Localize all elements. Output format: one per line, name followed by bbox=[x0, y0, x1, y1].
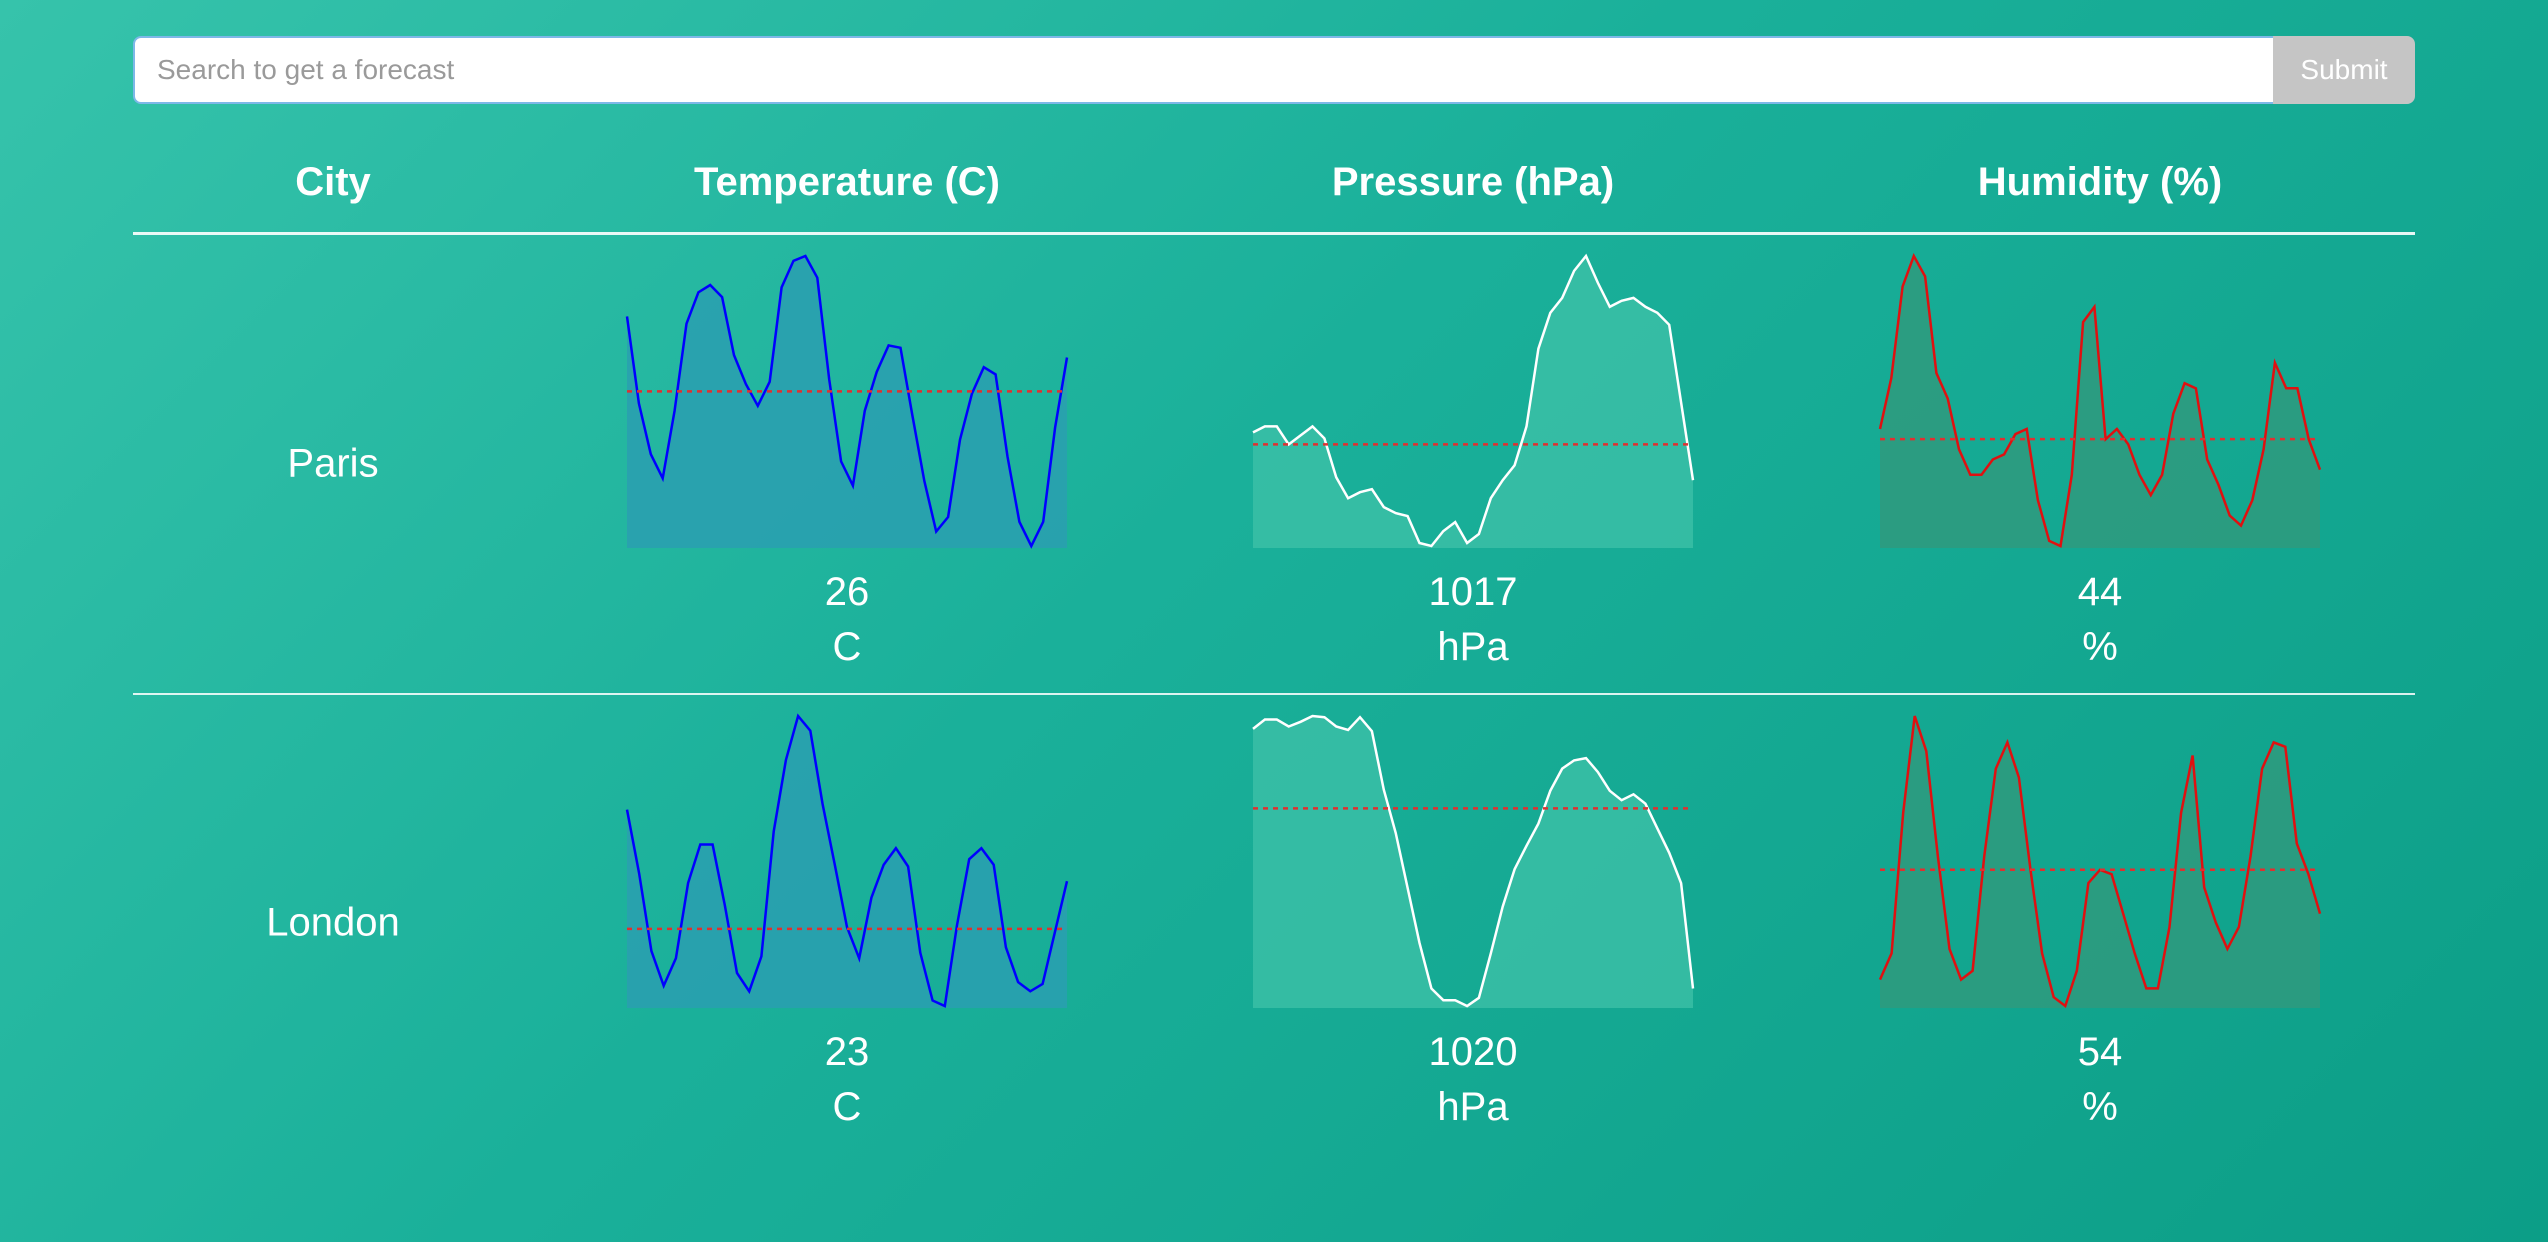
search-bar: Submit bbox=[133, 36, 2415, 104]
pressure-unit: hPa bbox=[1437, 625, 1509, 669]
header-temperature: Temperature (C) bbox=[694, 160, 1000, 204]
pressure-average: 1020 bbox=[1428, 1030, 1518, 1074]
humidity-average: 54 bbox=[2077, 1030, 2123, 1074]
temperature-average: 23 bbox=[824, 1030, 870, 1074]
header-humidity: Humidity (%) bbox=[1977, 160, 2223, 204]
temperature-sparkline bbox=[625, 254, 1069, 549]
table-row: Paris 26 C 1017 hPa 44 % bbox=[133, 232, 2415, 692]
header-pressure: Pressure (hPa) bbox=[1331, 160, 1615, 204]
humidity-sparkline bbox=[1878, 253, 2322, 548]
temperature-area bbox=[627, 256, 1067, 548]
temperature-sparkline bbox=[625, 713, 1069, 1008]
humidity-area bbox=[1880, 716, 2320, 1008]
city-name: Paris bbox=[287, 441, 379, 486]
pressure-average: 1017 bbox=[1428, 570, 1518, 614]
temperature-area bbox=[627, 716, 1067, 1008]
table-header: City Temperature (C) Pressure (hPa) Humi… bbox=[133, 150, 2415, 235]
header-city: City bbox=[295, 160, 371, 204]
pressure-unit: hPa bbox=[1437, 1085, 1509, 1129]
humidity-area bbox=[1880, 256, 2320, 548]
humidity-unit: % bbox=[2082, 625, 2118, 669]
submit-button[interactable]: Submit bbox=[2273, 36, 2415, 104]
temperature-average: 26 bbox=[824, 570, 870, 614]
city-name: London bbox=[266, 900, 400, 945]
table-row: London 23 C 1020 hPa 54 % bbox=[133, 694, 2415, 1154]
pressure-area bbox=[1253, 716, 1693, 1008]
pressure-sparkline bbox=[1252, 714, 1695, 1008]
humidity-sparkline bbox=[1878, 715, 2322, 1009]
humidity-unit: % bbox=[2082, 1085, 2118, 1129]
search-input[interactable] bbox=[133, 36, 2273, 104]
temperature-unit: C bbox=[832, 625, 862, 669]
temperature-unit: C bbox=[832, 1085, 862, 1129]
humidity-average: 44 bbox=[2077, 570, 2123, 614]
pressure-sparkline bbox=[1252, 253, 1695, 548]
